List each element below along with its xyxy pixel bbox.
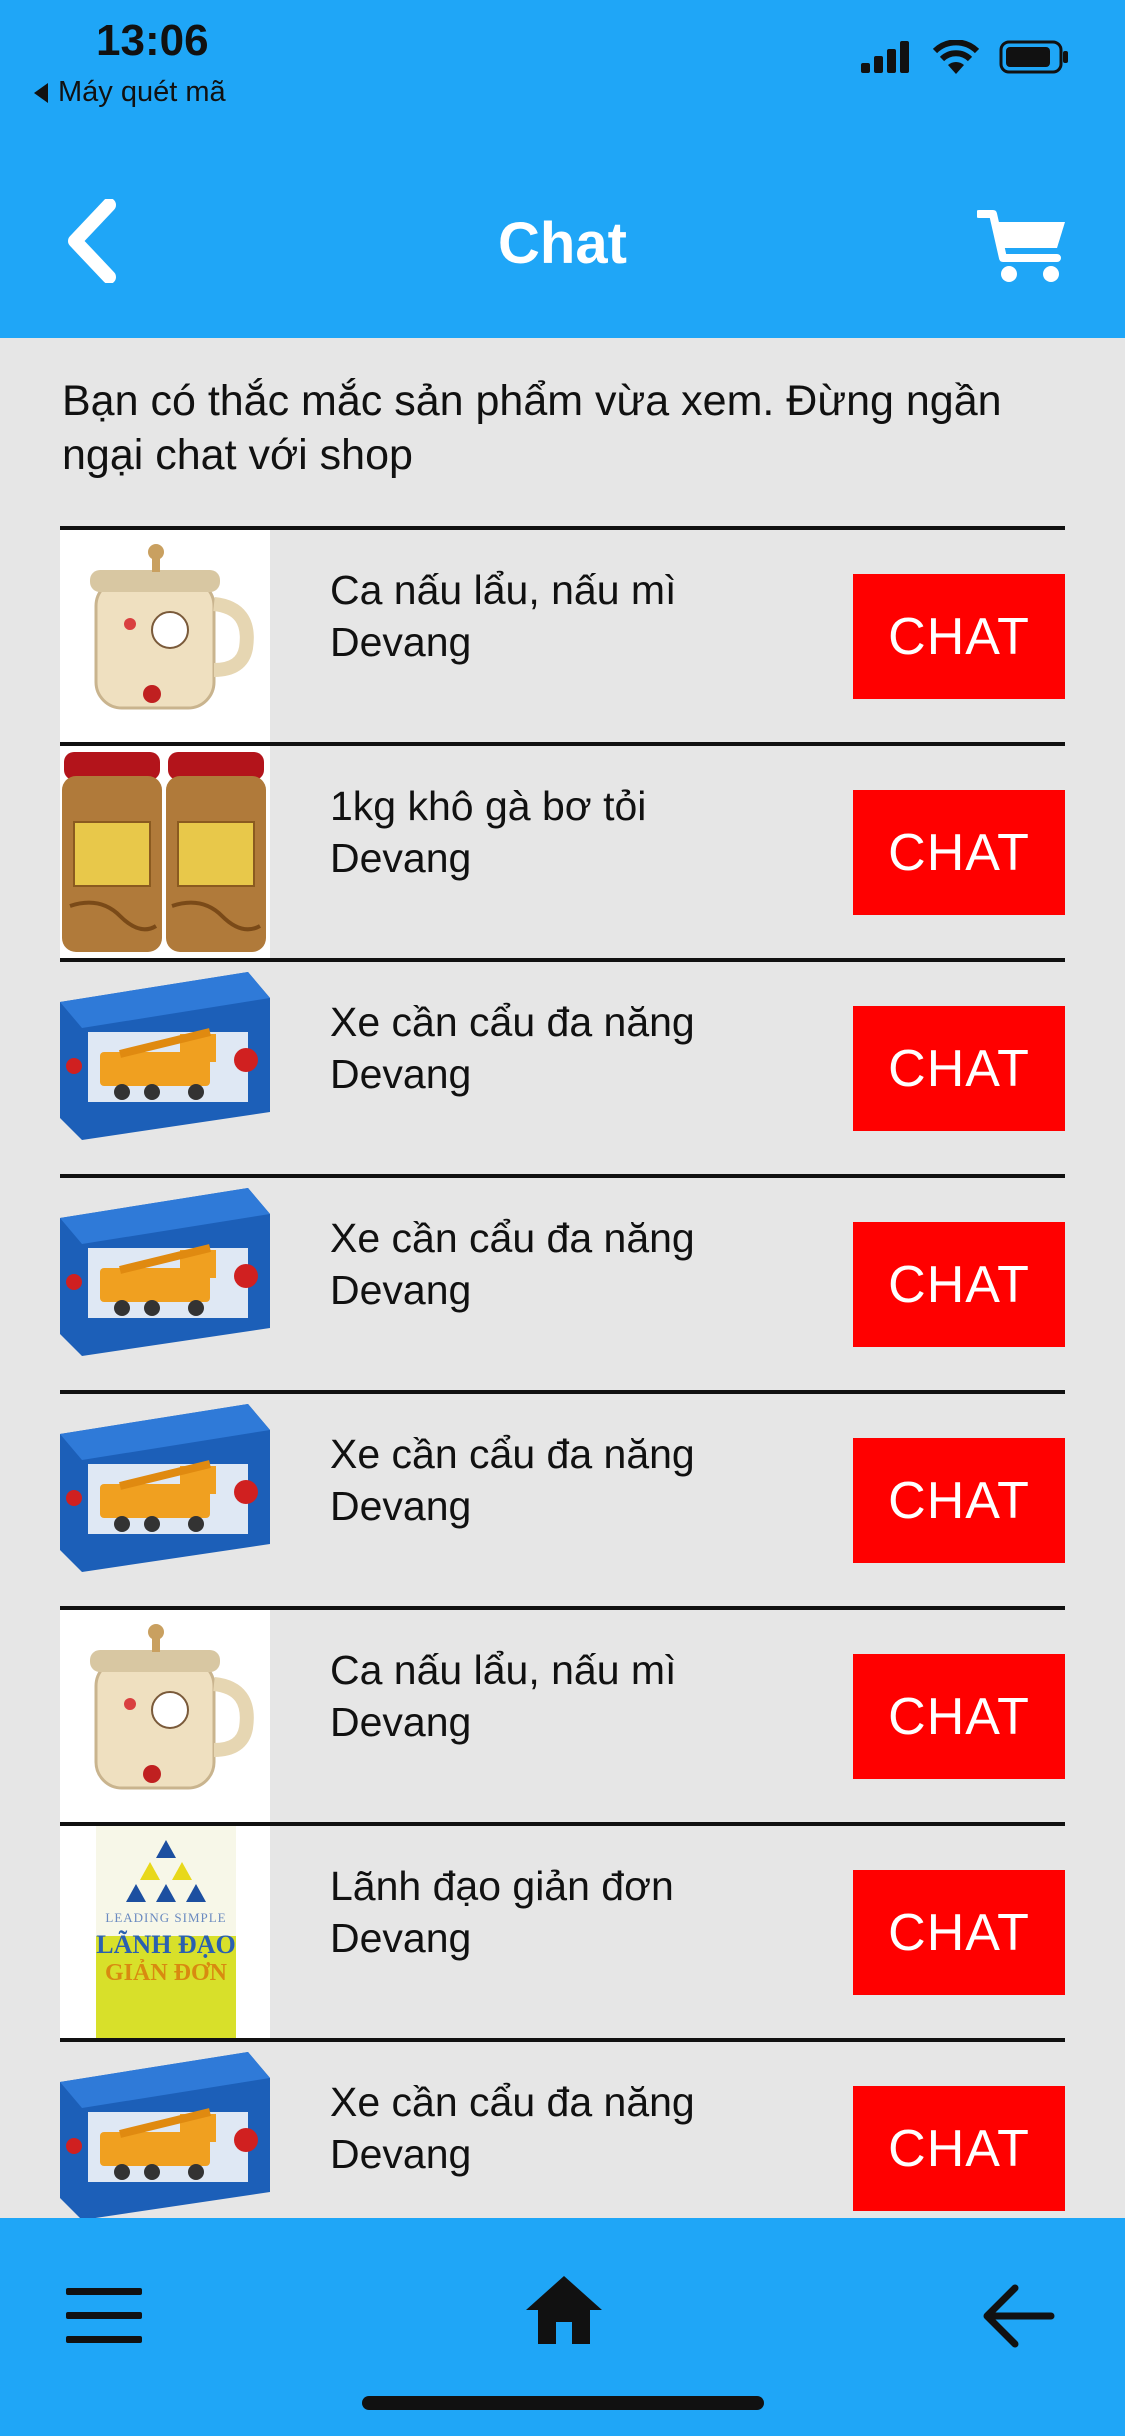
kettle-image [60, 530, 270, 742]
status-icons [861, 40, 1069, 74]
product-thumbnail[interactable] [60, 2042, 270, 2218]
product-info: Ca nấu lẩu, nấu mì Devang [330, 564, 850, 668]
crane-toy-image [60, 1178, 270, 1390]
chat-button[interactable]: CHAT [853, 2086, 1065, 2211]
product-name: Xe cần cẩu đa năng [330, 999, 695, 1045]
product-info: Xe cần cẩu đa năng Devang [330, 996, 850, 1100]
menu-icon [66, 2288, 142, 2343]
home-indicator[interactable] [362, 2396, 764, 2410]
product-thumbnail[interactable] [60, 962, 270, 1174]
chat-button[interactable]: CHAT [853, 1438, 1065, 1563]
chat-button[interactable]: CHAT [853, 1654, 1065, 1779]
chat-button[interactable]: CHAT [853, 790, 1065, 915]
list-item: Xe cần cẩu đa năng Devang CHAT [60, 2038, 1065, 2218]
list-item: 1kg khô gà bơ tỏi Devang CHAT [60, 742, 1065, 958]
cart-button[interactable] [975, 206, 1069, 286]
product-thumbnail[interactable] [60, 1610, 270, 1822]
shop-name: Devang [330, 1267, 472, 1313]
shop-name: Devang [330, 835, 472, 881]
intro-text: Bạn có thắc mắc sản phẩm vừa xem. Đừng n… [62, 377, 1002, 479]
product-name: Xe cần cẩu đa năng [330, 1431, 695, 1477]
chat-button[interactable]: CHAT [853, 1870, 1065, 1995]
page-title: Chat [498, 211, 627, 276]
product-info: Xe cần cẩu đa năng Devang [330, 1428, 850, 1532]
product-thumbnail[interactable] [60, 530, 270, 742]
list-item: Ca nấu lẩu, nấu mì Devang CHAT [60, 1606, 1065, 1822]
list-item: Xe cần cẩu đa năng Devang CHAT [60, 958, 1065, 1174]
list-item: Ca nấu lẩu, nấu mì Devang CHAT [60, 526, 1065, 742]
product-info: Xe cần cẩu đa năng Devang [330, 2076, 850, 2180]
product-info: 1kg khô gà bơ tỏi Devang [330, 780, 850, 884]
crane-toy-image [60, 2042, 270, 2218]
menu-button[interactable] [66, 2288, 142, 2348]
back-to-app-link[interactable]: Máy quét mã [34, 76, 226, 109]
product-name: 1kg khô gà bơ tỏi [330, 783, 647, 829]
arrow-left-icon [983, 2284, 1055, 2348]
bottom-bar [0, 2218, 1125, 2436]
product-thumbnail[interactable]: LEADING SIMPLE LÃNH ĐẠO GIẢN ĐƠN [60, 1826, 270, 2038]
crane-toy-image [60, 962, 270, 1174]
list-item: Xe cần cẩu đa năng Devang CHAT [60, 1390, 1065, 1606]
product-name: Xe cần cẩu đa năng [330, 1215, 695, 1261]
product-name: Lãnh đạo giản đơn [330, 1863, 674, 1909]
book-cover-text: LEADING SIMPLE LÃNH ĐẠO GIẢN ĐƠN [96, 1910, 236, 1987]
product-info: Lãnh đạo giản đơn Devang [330, 1860, 850, 1964]
product-list: Ca nấu lẩu, nấu mì Devang CHAT 1kg khô gà … [60, 526, 1065, 2218]
chat-button[interactable]: CHAT [853, 574, 1065, 699]
home-button[interactable] [524, 2270, 604, 2350]
shop-name: Devang [330, 1699, 472, 1745]
book-subtitle: LEADING SIMPLE [105, 1910, 227, 1925]
product-name: Xe cần cẩu đa năng [330, 2079, 695, 2125]
product-info: Ca nấu lẩu, nấu mì Devang [330, 1644, 850, 1748]
chat-button[interactable]: CHAT [853, 1222, 1065, 1347]
product-info: Xe cần cẩu đa năng Devang [330, 1212, 850, 1316]
product-name: Ca nấu lẩu, nấu mì [330, 567, 677, 613]
book-title-line1: LÃNH ĐẠO [96, 1930, 236, 1959]
content-area[interactable]: Bạn có thắc mắc sản phẩm vừa xem. Đừng n… [0, 338, 1125, 2218]
shop-name: Devang [330, 1483, 472, 1529]
list-item: LEADING SIMPLE LÃNH ĐẠO GIẢN ĐƠN Lãnh đạo g… [60, 1822, 1065, 2038]
home-icon [526, 2276, 602, 2344]
top-header: 13:06 Máy quét mã Chat [0, 0, 1125, 338]
crane-toy-image [60, 1394, 270, 1606]
wifi-icon [933, 40, 979, 74]
jars-image [60, 746, 270, 958]
product-thumbnail[interactable] [60, 1394, 270, 1606]
product-thumbnail[interactable] [60, 746, 270, 958]
shop-name: Devang [330, 1915, 472, 1961]
cart-icon [975, 210, 1065, 282]
battery-icon [999, 40, 1068, 74]
list-item: Xe cần cẩu đa năng Devang CHAT [60, 1174, 1065, 1390]
shop-name: Devang [330, 1051, 472, 1097]
product-name: Ca nấu lẩu, nấu mì [330, 1647, 677, 1693]
status-time: 13:06 [96, 16, 209, 65]
book-title-line2: GIẢN ĐƠN [104, 1960, 227, 1986]
kettle-image [60, 1610, 270, 1822]
back-triangle-icon [34, 82, 48, 103]
back-to-app-label: Máy quét mã [58, 76, 226, 108]
signal-icon [861, 41, 909, 73]
shop-name: Devang [330, 2131, 472, 2177]
product-thumbnail[interactable] [60, 1178, 270, 1390]
chat-button[interactable]: CHAT [853, 1006, 1065, 1131]
shop-name: Devang [330, 619, 472, 665]
back-nav-button[interactable] [979, 2276, 1059, 2356]
